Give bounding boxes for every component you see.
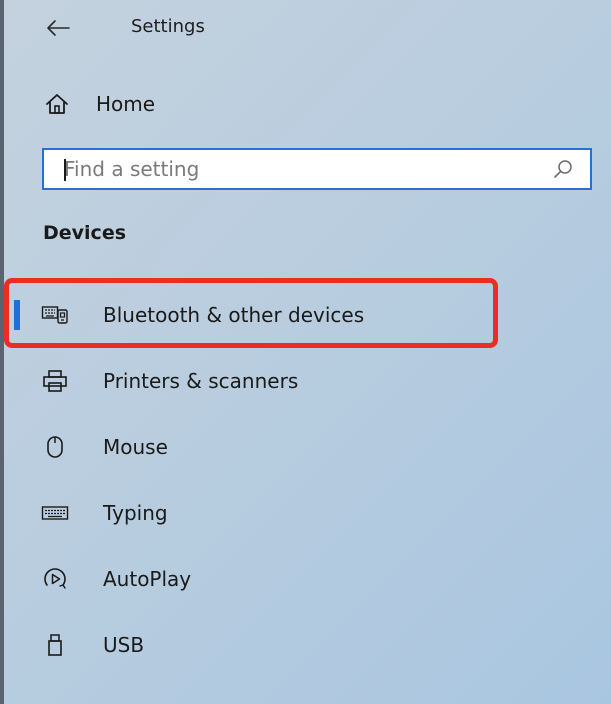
- text-caret: [64, 159, 66, 181]
- nav-item-bluetooth[interactable]: Bluetooth & other devices: [0, 289, 560, 341]
- window-title: Settings: [131, 16, 205, 37]
- printer-icon: [40, 366, 70, 396]
- nav-item-typing[interactable]: Typing: [0, 487, 560, 539]
- nav-item-label: Printers & scanners: [103, 369, 299, 393]
- mouse-icon: [40, 432, 70, 462]
- bluetooth-devices-icon: [40, 300, 70, 330]
- search-icon[interactable]: [548, 154, 578, 184]
- home-icon: [42, 89, 72, 119]
- section-title: Devices: [43, 222, 127, 244]
- nav-item-mouse[interactable]: Mouse: [0, 421, 560, 473]
- search-box[interactable]: [42, 148, 592, 190]
- nav-item-printers[interactable]: Printers & scanners: [0, 355, 560, 407]
- nav-item-label: Mouse: [103, 435, 168, 459]
- back-arrow-icon: [45, 19, 71, 37]
- home-label: Home: [96, 92, 156, 116]
- selected-indicator: [14, 300, 20, 330]
- autoplay-icon: [40, 564, 70, 594]
- nav-item-label: USB: [103, 633, 145, 657]
- nav-item-label: AutoPlay: [103, 567, 192, 591]
- nav-item-label: Bluetooth & other devices: [103, 303, 365, 327]
- home-button[interactable]: Home: [36, 84, 436, 124]
- usb-icon: [40, 630, 70, 660]
- nav-item-usb[interactable]: USB: [0, 619, 560, 671]
- title-bar: Settings: [0, 0, 611, 56]
- nav-item-autoplay[interactable]: AutoPlay: [0, 553, 560, 605]
- search-input[interactable]: [44, 150, 548, 188]
- nav-item-label: Typing: [103, 501, 168, 525]
- keyboard-icon: [40, 498, 70, 528]
- back-button[interactable]: [38, 10, 78, 46]
